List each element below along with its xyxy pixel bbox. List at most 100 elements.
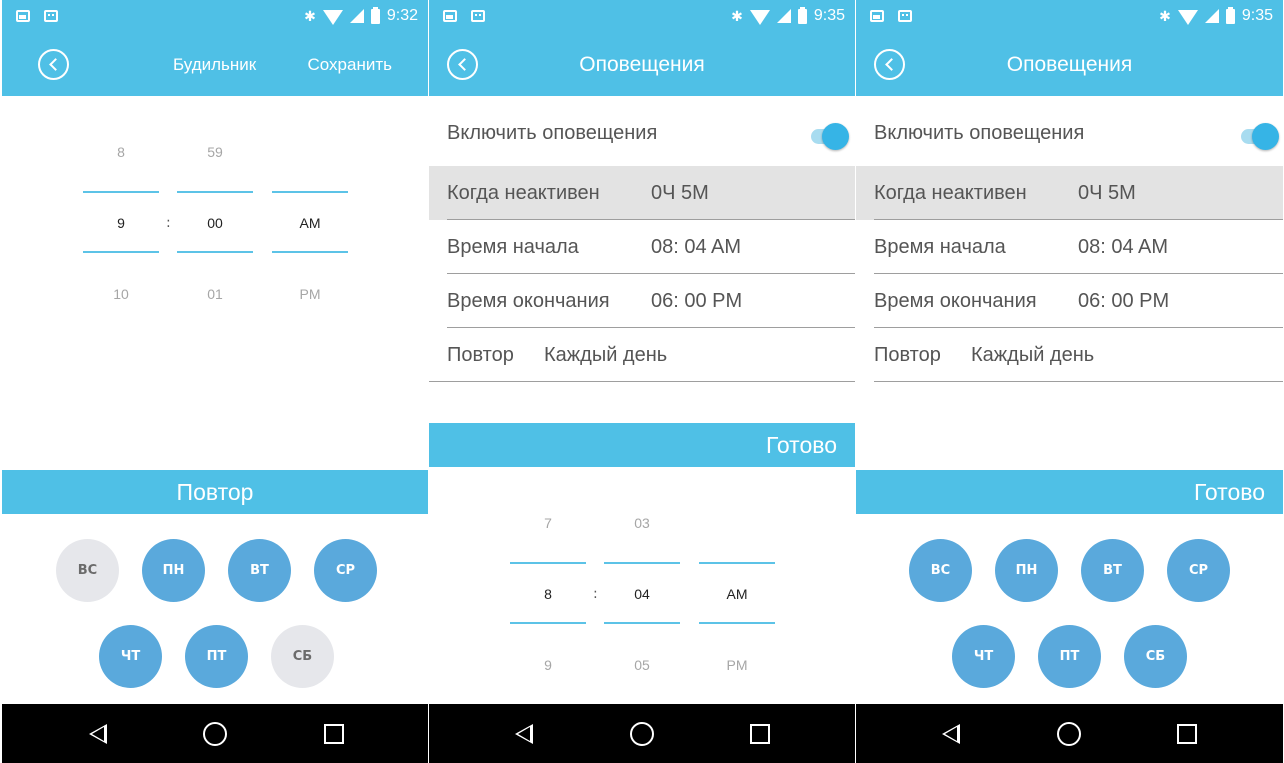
- end-time-value: 06: 00 PM: [1078, 290, 1170, 312]
- minute-prev: 03: [634, 515, 650, 531]
- status-time: 9:35: [1241, 7, 1273, 24]
- start-time-row[interactable]: Время начала 08: 04 AM: [856, 220, 1283, 274]
- status-bar: ✱ 9:32: [2, 0, 428, 33]
- start-time-value: 08: 04 AM: [651, 236, 742, 258]
- enable-notifications-switch[interactable]: [1241, 123, 1279, 150]
- time-separator: :: [593, 586, 598, 602]
- wheel-divider: [83, 251, 159, 253]
- battery-icon: [370, 6, 380, 24]
- day-toggle-mon[interactable]: ПН: [142, 539, 205, 602]
- keyboard-notification-icon: [898, 10, 912, 22]
- done-button[interactable]: Готово: [766, 432, 837, 458]
- wheel-divider: [510, 622, 586, 624]
- enable-notifications-row[interactable]: Включить оповещения: [429, 106, 855, 160]
- start-time-row[interactable]: Время начала 08: 04 AM: [429, 220, 855, 274]
- nav-recents-icon[interactable]: [750, 724, 770, 744]
- day-toggle-wed[interactable]: СР: [314, 539, 377, 602]
- wheel-divider: [272, 191, 348, 193]
- day-toggle-sun[interactable]: ВС: [909, 539, 972, 602]
- status-bar: ✱ 9:35: [856, 0, 1283, 33]
- end-time-row[interactable]: Время окончания 06: 00 PM: [856, 274, 1283, 328]
- battery-icon: [797, 6, 807, 24]
- nav-back-icon[interactable]: [515, 724, 533, 744]
- start-time-label: Время начала: [874, 236, 1006, 258]
- hour-prev: 7: [544, 515, 552, 531]
- status-bar: ✱ 9:35: [429, 0, 855, 33]
- nav-recents-icon[interactable]: [324, 724, 344, 744]
- start-time-value: 08: 04 AM: [1078, 236, 1169, 258]
- day-toggle-tue[interactable]: ВТ: [1081, 539, 1144, 602]
- alarm-screen: ✱ 9:32 Будильник Сохранить 8 9 10 : 59 0…: [2, 0, 428, 763]
- day-toggle-fri[interactable]: ПТ: [185, 625, 248, 688]
- repeat-label: Повтор: [447, 344, 514, 366]
- cell-signal-icon: [776, 9, 791, 23]
- minute-value: 04: [634, 586, 650, 602]
- cell-signal-icon: [1204, 9, 1219, 23]
- time-separator: :: [166, 215, 171, 231]
- inactive-label: Когда неактивен: [874, 182, 1027, 204]
- ampm-next: PM: [726, 657, 748, 673]
- inactive-label: Когда неактивен: [447, 182, 600, 204]
- system-nav-bar: [429, 704, 855, 763]
- notifications-screen-picker: ✱ 9:35 Оповещения Включить оповещения Ко…: [429, 0, 855, 763]
- minute-next: 01: [207, 286, 223, 302]
- nav-back-icon[interactable]: [89, 724, 107, 744]
- day-toggle-tue[interactable]: ВТ: [228, 539, 291, 602]
- app-bar: Будильник Сохранить: [2, 33, 428, 96]
- day-toggle-sat[interactable]: СБ: [271, 625, 334, 688]
- day-toggle-thu[interactable]: ЧТ: [952, 625, 1015, 688]
- page-title: Будильник: [173, 55, 257, 74]
- repeat-value: Каждый день: [971, 344, 1095, 366]
- bluetooth-icon: ✱: [1159, 7, 1171, 24]
- wheel-divider: [699, 622, 775, 624]
- wheel-divider: [510, 562, 586, 564]
- battery-icon: [1225, 6, 1235, 24]
- repeat-row[interactable]: Повтор Каждый день: [429, 328, 855, 382]
- back-button[interactable]: [38, 49, 69, 80]
- day-toggle-sat[interactable]: СБ: [1124, 625, 1187, 688]
- inactive-value: 0Ч 5М: [1078, 182, 1136, 204]
- day-toggle-sun[interactable]: ВС: [56, 539, 119, 602]
- ampm-value: AM: [299, 215, 321, 231]
- bluetooth-icon: ✱: [731, 7, 743, 24]
- nav-home-icon[interactable]: [203, 722, 227, 746]
- end-time-row[interactable]: Время окончания 06: 00 PM: [429, 274, 855, 328]
- enable-notifications-switch[interactable]: [811, 123, 849, 150]
- done-bar: Готово: [856, 470, 1283, 514]
- repeat-label: Повтор: [874, 344, 941, 366]
- nav-home-icon[interactable]: [630, 722, 654, 746]
- nav-home-icon[interactable]: [1057, 722, 1081, 746]
- inactive-row[interactable]: Когда неактивен 0Ч 5М: [856, 166, 1283, 220]
- status-time: 9:35: [813, 7, 845, 24]
- status-time: 9:32: [386, 7, 418, 24]
- wheel-divider: [177, 191, 253, 193]
- done-button[interactable]: Готово: [1194, 479, 1265, 505]
- day-toggle-fri[interactable]: ПТ: [1038, 625, 1101, 688]
- enable-notifications-row[interactable]: Включить оповещения: [856, 106, 1283, 160]
- repeat-row[interactable]: Повтор Каждый день: [856, 328, 1283, 382]
- ampm-value: AM: [726, 586, 748, 602]
- divider: [429, 381, 855, 382]
- nav-back-icon[interactable]: [942, 724, 960, 744]
- wifi-icon: [1177, 9, 1198, 25]
- switch-knob: [1252, 123, 1279, 150]
- hour-next: 10: [113, 286, 129, 302]
- keyboard-notification-icon: [471, 10, 485, 22]
- day-toggle-mon[interactable]: ПН: [995, 539, 1058, 602]
- wheel-divider: [604, 562, 680, 564]
- wheel-divider: [272, 251, 348, 253]
- end-time-label: Время окончания: [874, 290, 1037, 312]
- wheel-divider: [699, 562, 775, 564]
- system-nav-bar: [2, 704, 428, 763]
- day-toggle-thu[interactable]: ЧТ: [99, 625, 162, 688]
- end-time-value: 06: 00 PM: [651, 290, 743, 312]
- switch-knob: [822, 123, 849, 150]
- save-button[interactable]: Сохранить: [308, 55, 392, 75]
- app-bar: Оповещения: [429, 33, 855, 96]
- nav-recents-icon[interactable]: [1177, 724, 1197, 744]
- system-nav-bar: [856, 704, 1283, 763]
- wifi-icon: [749, 9, 770, 25]
- day-toggle-wed[interactable]: СР: [1167, 539, 1230, 602]
- end-time-label: Время окончания: [447, 290, 610, 312]
- inactive-row[interactable]: Когда неактивен 0Ч 5М: [429, 166, 855, 220]
